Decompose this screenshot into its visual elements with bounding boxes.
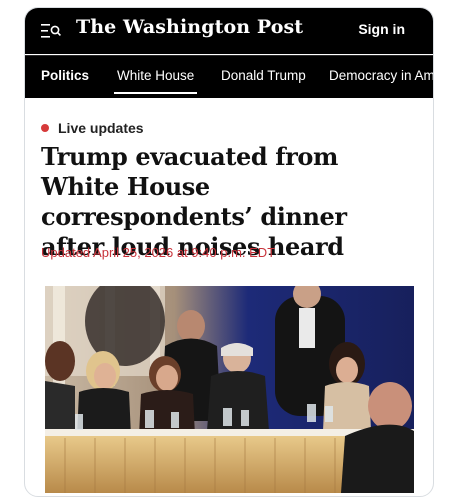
- active-tab-indicator: [114, 92, 197, 94]
- nav-item-politics[interactable]: Politics: [41, 68, 89, 83]
- nav-item-white-house[interactable]: White House: [117, 68, 194, 83]
- headline[interactable]: Trump evacuated from White House corresp…: [41, 142, 417, 262]
- updated-timestamp: Updated April 25, 2026 at 9:40 p.m. EDT: [41, 245, 276, 260]
- menu-search-icon[interactable]: [41, 22, 61, 40]
- live-updates-label: Live updates: [41, 120, 144, 136]
- site-logo[interactable]: The Washington Post: [76, 16, 303, 38]
- article-card: The Washington Post Sign in Politics Whi…: [24, 7, 434, 497]
- article-photo[interactable]: [45, 286, 414, 493]
- nav-item-democracy[interactable]: Democracy in Am: [329, 68, 433, 83]
- site-header: The Washington Post Sign in: [25, 8, 433, 54]
- live-updates-text: Live updates: [58, 120, 144, 136]
- nav-item-donald-trump[interactable]: Donald Trump: [221, 68, 306, 83]
- section-nav: Politics White House Donald Trump Democr…: [25, 55, 433, 98]
- sign-in-button[interactable]: Sign in: [358, 21, 405, 37]
- live-dot-icon: [41, 124, 49, 132]
